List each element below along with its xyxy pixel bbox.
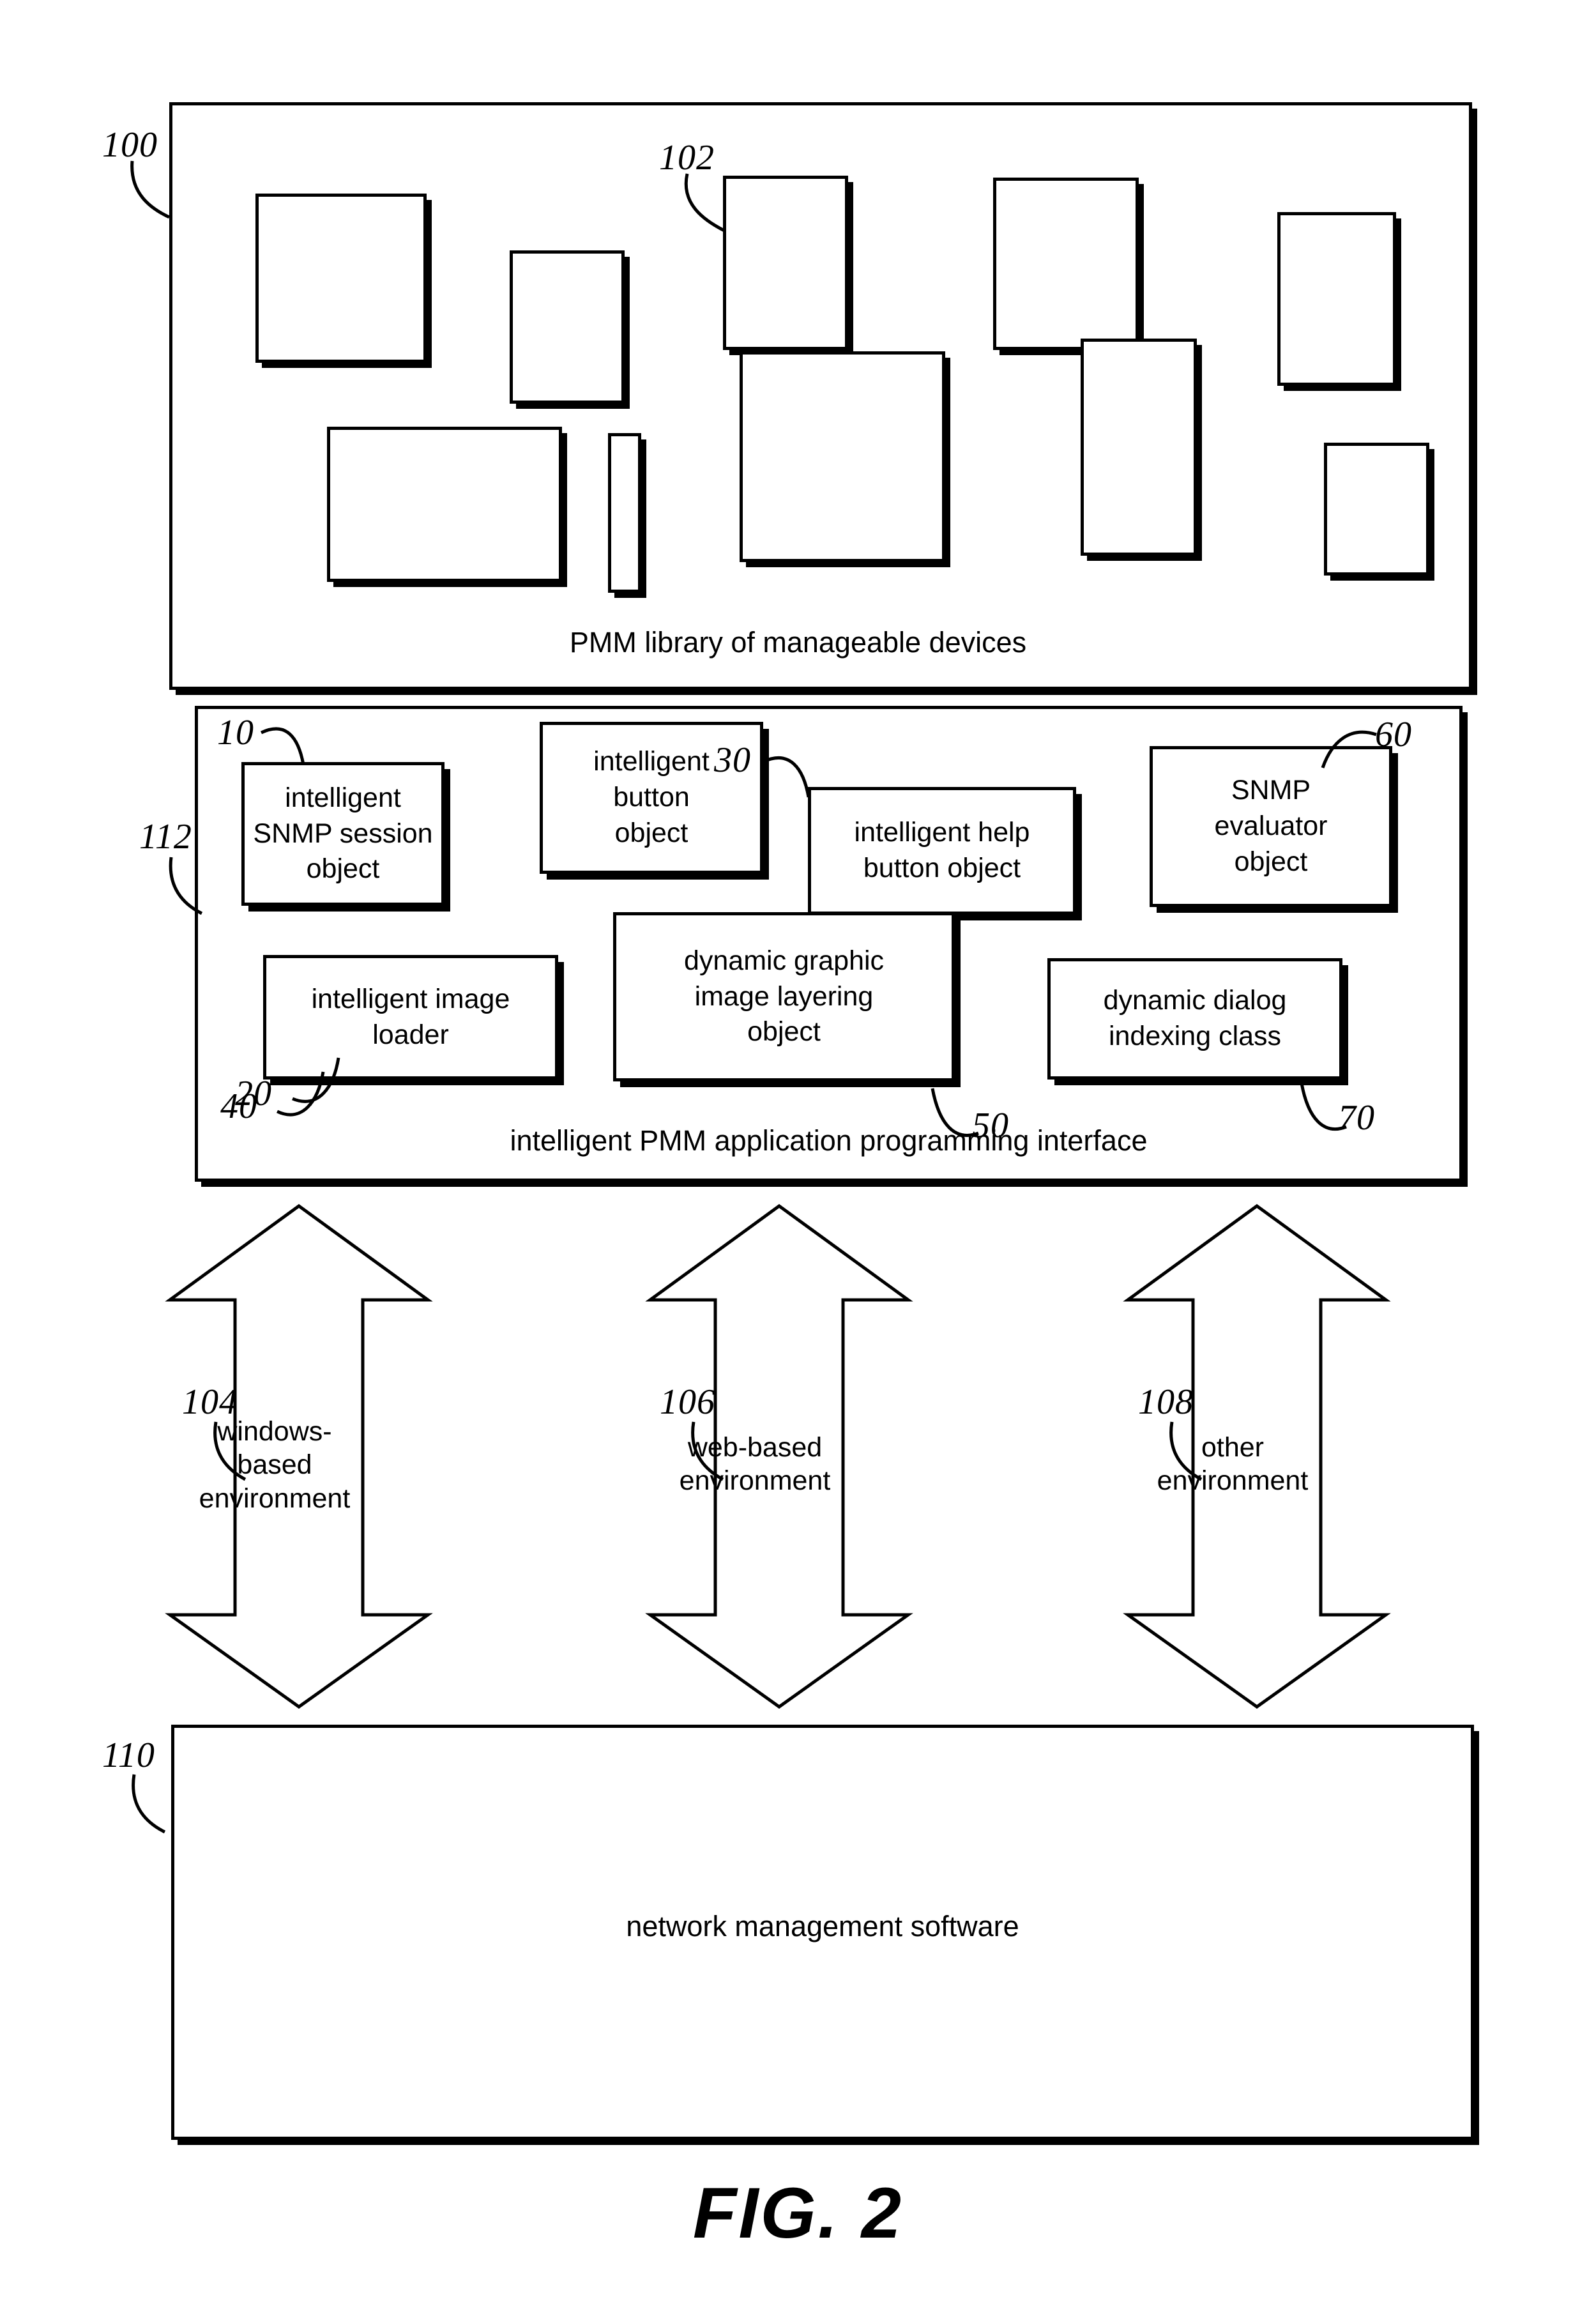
- device-rect-8: [740, 351, 945, 562]
- objbox-label: SNMP evaluator object: [1214, 775, 1328, 877]
- device-rect-7: [608, 433, 641, 593]
- leader-line-110: [132, 1774, 166, 1834]
- ref-108: 108: [1138, 1382, 1194, 1422]
- ref-40: 40: [220, 1087, 257, 1126]
- ref-112: 112: [139, 817, 192, 857]
- objbox-label: intelligent help button object: [854, 817, 1030, 883]
- device-rect-6: [327, 427, 562, 582]
- device-rect-10: [1324, 443, 1429, 576]
- ref-30: 30: [714, 740, 751, 780]
- objbox-label: dynamic dialog indexing class: [1103, 985, 1287, 1051]
- device-rect-4: [993, 178, 1139, 350]
- ref-60: 60: [1375, 715, 1412, 754]
- web-based-environment-label: web-based environment: [679, 1432, 831, 1497]
- objbox-label: intelligent image loader: [311, 983, 510, 1050]
- intelligent-snmp-session-object: intelligent SNMP session object: [241, 762, 445, 906]
- ref-100: 100: [102, 125, 158, 165]
- ref-50: 50: [972, 1106, 1009, 1145]
- objbox-label: dynamic graphic image layering object: [683, 945, 885, 1048]
- ref-106: 106: [660, 1382, 715, 1422]
- ref-102: 102: [659, 138, 715, 178]
- device-rect-5: [1277, 212, 1396, 386]
- objbox-label: intelligent SNMP session object: [253, 782, 433, 885]
- device-rect-2: [510, 250, 625, 404]
- intelligent-image-loader: intelligent image loader: [263, 955, 558, 1080]
- dynamic-dialog-indexing-class: dynamic dialog indexing class: [1047, 958, 1342, 1080]
- dynamic-graphic-image-layering-object: dynamic graphic image layering object: [613, 912, 955, 1081]
- snmp-evaluator-object: SNMP evaluator object: [1150, 746, 1392, 907]
- ref-104: 104: [182, 1382, 238, 1422]
- intelligent-help-button-object: intelligent help button object: [808, 787, 1076, 915]
- device-rect-9: [1081, 339, 1197, 556]
- figure-title: FIG. 2: [692, 2173, 904, 2253]
- pmm-api-caption: intelligent PMM application programming …: [510, 1124, 1148, 1157]
- ref-10: 10: [217, 713, 254, 752]
- pmm-library-caption: PMM library of manageable devices: [569, 626, 1027, 659]
- device-rect-1: [255, 194, 427, 363]
- windows-based-environment-label: windows-based environment: [199, 1416, 351, 1514]
- device-rect-3: [723, 176, 848, 350]
- other-environment-label: other environment: [1157, 1432, 1309, 1497]
- network-management-software-caption: network management software: [626, 1910, 1019, 1942]
- objbox-label: intelligent button object: [593, 746, 710, 848]
- ref-70: 70: [1338, 1098, 1375, 1138]
- patent-figure-page: PMM library of manageable devices 100 10…: [0, 0, 1596, 2320]
- ref-110: 110: [102, 1736, 155, 1775]
